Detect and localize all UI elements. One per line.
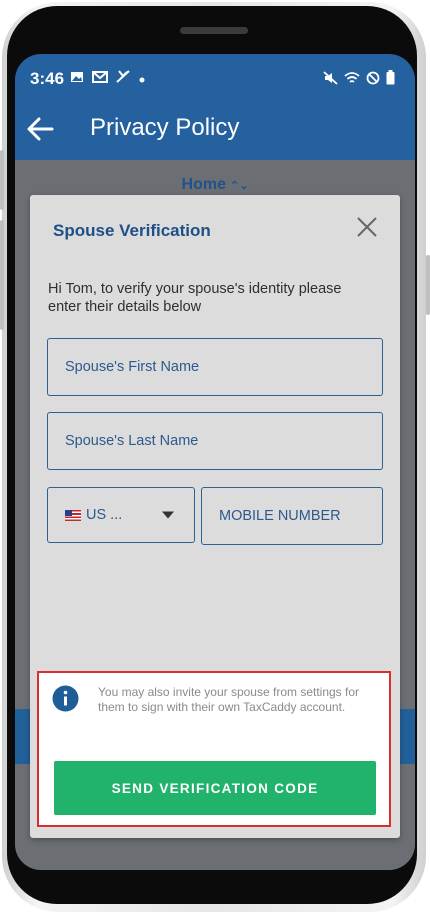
send-verification-code-button[interactable]: SEND VERIFICATION CODE: [54, 761, 376, 815]
info-icon: [52, 685, 79, 712]
power-button: [0, 150, 4, 210]
wifi-icon: [344, 71, 360, 88]
intro-text: Hi Tom, to verify your spouse's identity…: [48, 281, 342, 315]
first-name-placeholder: Spouse's First Name: [65, 359, 200, 375]
missed-call-icon: [116, 70, 130, 87]
image-icon: [70, 70, 84, 87]
mute-icon: [323, 70, 338, 88]
home-label: Home: [181, 176, 226, 193]
page-title: Privacy Policy: [90, 114, 240, 141]
status-time: 3:46: [30, 69, 65, 88]
dot-icon: [138, 71, 146, 87]
side-button: [426, 255, 430, 315]
last-name-placeholder: Spouse's Last Name: [65, 433, 199, 449]
last-name-field[interactable]: Spouse's Last Name: [47, 412, 383, 470]
notice-text: You may also invite your spouse from set…: [98, 685, 360, 714]
us-flag-icon: [65, 509, 81, 521]
volume-button: [0, 220, 4, 330]
modal-title: Spouse Verification: [53, 221, 211, 240]
country-code-text: US ...: [86, 507, 123, 523]
battery-icon: [386, 70, 395, 88]
country-code-select[interactable]: US ...: [47, 487, 195, 543]
chevron-down-icon: [162, 511, 174, 519]
close-icon[interactable]: [355, 215, 379, 239]
country-code-value: US ...: [65, 507, 122, 523]
blocked-icon: [366, 71, 380, 88]
status-bar: 3:46: [15, 54, 415, 102]
gmail-icon: [92, 70, 108, 87]
mobile-number-placeholder: MOBILE NUMBER: [219, 508, 341, 524]
speaker-grille: [180, 27, 248, 34]
first-name-field[interactable]: Spouse's First Name: [47, 338, 383, 396]
chevron-updown-icon: ⌃⌄: [230, 180, 249, 192]
home-nav[interactable]: Home ⌃⌄: [15, 176, 415, 194]
back-arrow-icon[interactable]: [25, 114, 55, 144]
invite-notice-box: You may also invite your spouse from set…: [37, 671, 391, 827]
mobile-number-field[interactable]: MOBILE NUMBER: [201, 487, 383, 545]
